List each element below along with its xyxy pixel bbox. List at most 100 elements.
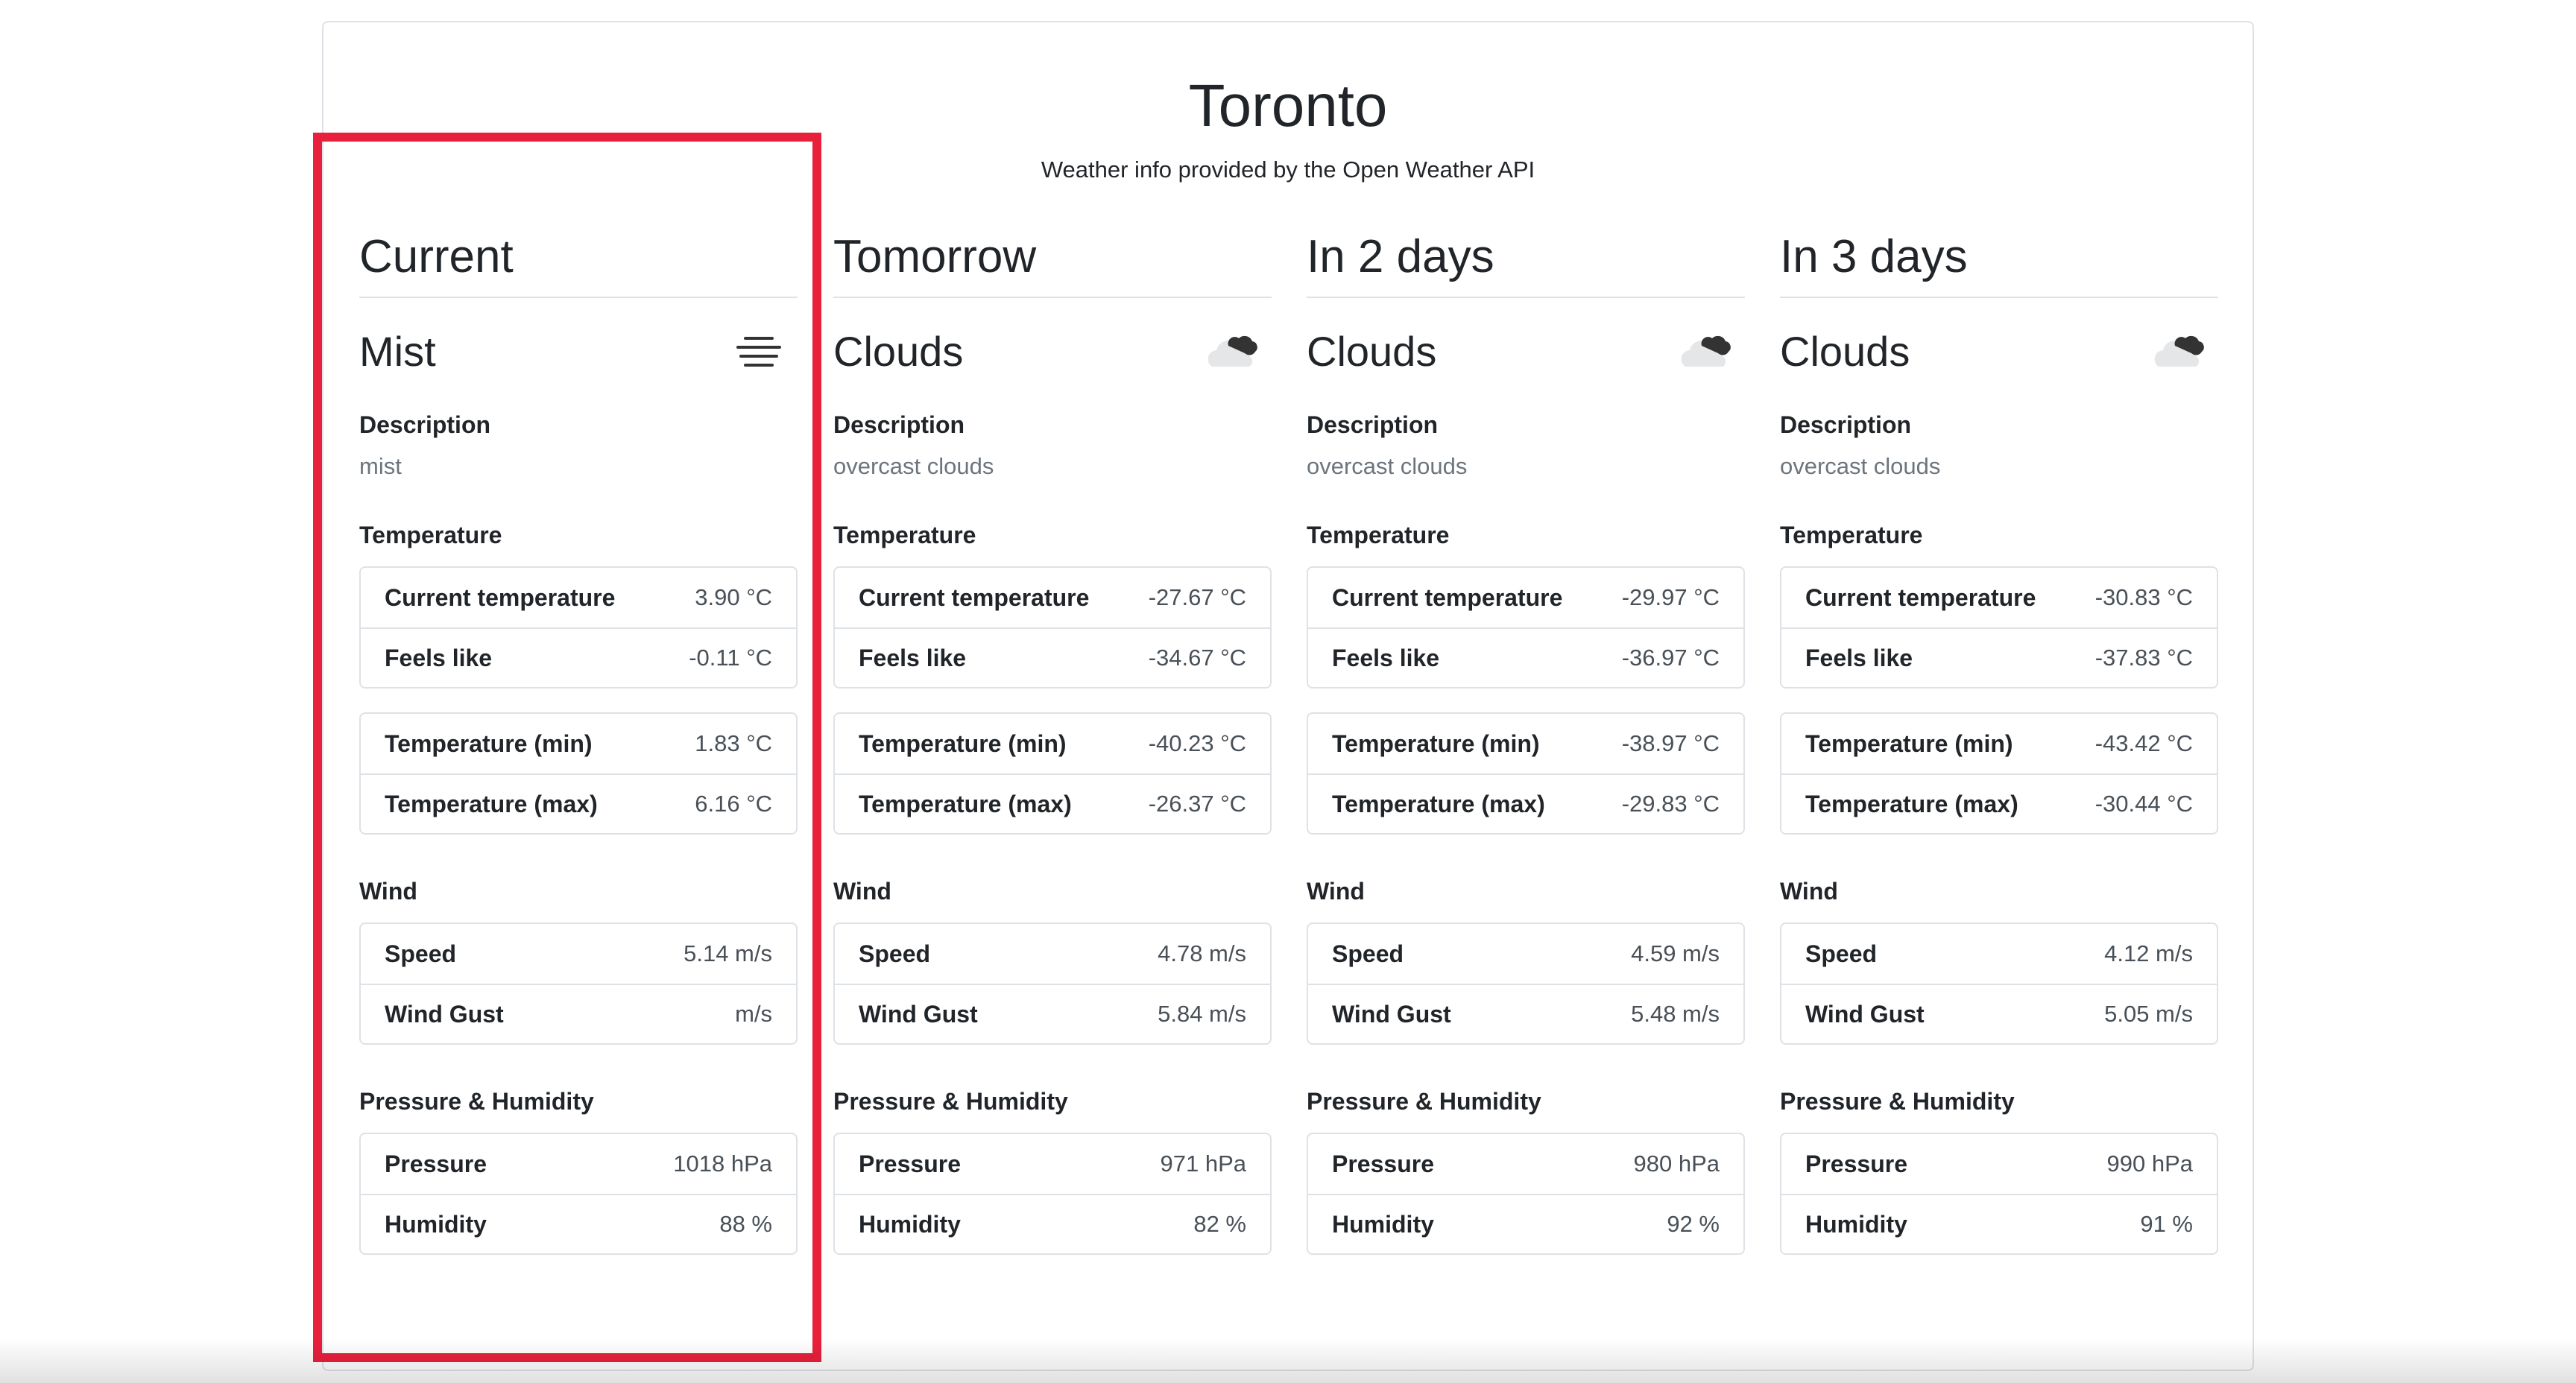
feels-like-value: -0.11 °C bbox=[689, 645, 772, 671]
humidity-row: Humidity 88 % bbox=[361, 1194, 796, 1253]
min-max-box: Temperature (min) -40.23 °C Temperature (m… bbox=[833, 712, 1272, 835]
temperature-heading: Temperature bbox=[833, 522, 976, 548]
temp-max-value: -26.37 °C bbox=[1148, 791, 1246, 817]
forecast-column: In 3 days Clouds Description overcast cloud… bbox=[1780, 216, 2218, 1255]
feels-like-label: Feels like bbox=[385, 644, 493, 671]
temperature-heading: Temperature bbox=[1307, 522, 1450, 548]
min-max-box: Temperature (min) -43.42 °C Temperature (m… bbox=[1780, 712, 2218, 835]
humidity-row: Humidity 82 % bbox=[835, 1194, 1270, 1253]
pressure-humidity-box: Pressure 971 hPa Humidity 82 % bbox=[833, 1133, 1272, 1255]
temp-min-label: Temperature (min) bbox=[1332, 730, 1540, 757]
pressure-value: 1018 hPa bbox=[673, 1151, 772, 1177]
current-temp-label: Current temperature bbox=[1805, 583, 2036, 611]
feels-like-value: -37.83 °C bbox=[2094, 645, 2193, 671]
feels-like-value: -36.97 °C bbox=[1621, 645, 1720, 671]
clouds-icon bbox=[1205, 328, 1263, 376]
temp-max-row: Temperature (max) -26.37 °C bbox=[835, 773, 1270, 833]
wind-heading: Wind bbox=[1307, 878, 1365, 905]
humidity-value: 92 % bbox=[1667, 1211, 1720, 1237]
wind-speed-row: Speed 4.59 m/s bbox=[1308, 924, 1743, 984]
temp-min-label: Temperature (min) bbox=[385, 730, 593, 757]
bottom-shadow bbox=[0, 1338, 2576, 1383]
wind-gust-value: 5.48 m/s bbox=[1631, 1001, 1720, 1027]
current-temp-row: Current temperature -29.97 °C bbox=[1308, 568, 1743, 627]
feels-like-row: Feels like -34.67 °C bbox=[835, 627, 1270, 687]
feels-like-row: Feels like -37.83 °C bbox=[1781, 627, 2217, 687]
pressure-label: Pressure bbox=[1332, 1150, 1434, 1177]
description-value: overcast clouds bbox=[1780, 453, 1941, 479]
wind-gust-label: Wind Gust bbox=[1332, 1000, 1451, 1028]
current-temp-value: 3.90 °C bbox=[695, 584, 772, 610]
wind-gust-label: Wind Gust bbox=[859, 1000, 978, 1028]
wind-speed-row: Speed 4.78 m/s bbox=[835, 924, 1270, 984]
condition-label: Clouds bbox=[833, 328, 964, 375]
column-title: Current bbox=[359, 216, 798, 298]
temp-min-label: Temperature (min) bbox=[859, 730, 1067, 757]
wind-gust-value: m/s bbox=[735, 1001, 772, 1027]
wind-gust-value: 5.05 m/s bbox=[2104, 1001, 2193, 1027]
wind-gust-label: Wind Gust bbox=[1805, 1000, 1925, 1028]
humidity-value: 88 % bbox=[719, 1211, 772, 1237]
pressure-row: Pressure 1018 hPa bbox=[361, 1134, 796, 1194]
temperature-heading: Temperature bbox=[359, 522, 502, 548]
humidity-row: Humidity 92 % bbox=[1308, 1194, 1743, 1253]
min-max-box: Temperature (min) 1.83 °C Temperature (max… bbox=[359, 712, 798, 835]
condition-row: Clouds bbox=[1307, 298, 1745, 402]
current-temp-box: Current temperature -27.67 °C Feels like -3… bbox=[833, 566, 1272, 689]
pressure-humidity-box: Pressure 980 hPa Humidity 92 % bbox=[1307, 1133, 1745, 1255]
temp-min-value: -40.23 °C bbox=[1148, 730, 1246, 756]
wind-heading: Wind bbox=[833, 878, 891, 905]
wind-gust-label: Wind Gust bbox=[385, 1000, 504, 1028]
current-temp-row: Current temperature 3.90 °C bbox=[361, 568, 796, 627]
column-title: In 2 days bbox=[1307, 216, 1745, 298]
description-value: overcast clouds bbox=[1307, 453, 1468, 479]
temp-max-label: Temperature (max) bbox=[385, 790, 598, 817]
current-temp-row: Current temperature -27.67 °C bbox=[835, 568, 1270, 627]
wind-speed-value: 4.78 m/s bbox=[1158, 940, 1246, 966]
current-temp-box: Current temperature -30.83 °C Feels like -3… bbox=[1780, 566, 2218, 689]
current-temp-label: Current temperature bbox=[385, 583, 616, 611]
current-temp-value: -29.97 °C bbox=[1621, 584, 1720, 610]
condition-row: Clouds bbox=[1780, 298, 2218, 402]
temp-min-row: Temperature (min) -43.42 °C bbox=[1781, 714, 2217, 773]
temp-min-row: Temperature (min) 1.83 °C bbox=[361, 714, 796, 773]
pressure-value: 990 hPa bbox=[2106, 1151, 2194, 1177]
pressure-humidity-heading: Pressure & Humidity bbox=[1780, 1088, 2015, 1115]
column-title: Tomorrow bbox=[833, 216, 1272, 298]
condition-label: Mist bbox=[359, 328, 436, 375]
wind-gust-row: Wind Gust 5.48 m/s bbox=[1308, 984, 1743, 1043]
pressure-label: Pressure bbox=[859, 1150, 961, 1177]
description-heading: Description bbox=[359, 411, 491, 438]
column-title: In 3 days bbox=[1780, 216, 2218, 298]
pressure-humidity-box: Pressure 1018 hPa Humidity 88 % bbox=[359, 1133, 798, 1255]
current-temp-value: -27.67 °C bbox=[1148, 584, 1246, 610]
wind-gust-row: Wind Gust 5.84 m/s bbox=[835, 984, 1270, 1043]
pressure-value: 980 hPa bbox=[1633, 1151, 1720, 1177]
forecast-column: In 2 days Clouds Description overcast cloud… bbox=[1307, 216, 1745, 1255]
pressure-value: 971 hPa bbox=[1160, 1151, 1247, 1177]
humidity-label: Humidity bbox=[859, 1210, 961, 1238]
temp-max-value: 6.16 °C bbox=[695, 791, 772, 817]
description-heading: Description bbox=[1307, 411, 1439, 438]
feels-like-label: Feels like bbox=[1332, 644, 1440, 671]
wind-box: Speed 4.12 m/s Wind Gust 5.05 m/s bbox=[1780, 922, 2218, 1045]
current-temp-box: Current temperature 3.90 °C Feels like -0.1… bbox=[359, 566, 798, 689]
wind-box: Speed 4.59 m/s Wind Gust 5.48 m/s bbox=[1307, 922, 1745, 1045]
current-temp-box: Current temperature -29.97 °C Feels like -3… bbox=[1307, 566, 1745, 689]
current-temp-row: Current temperature -30.83 °C bbox=[1781, 568, 2217, 627]
humidity-value: 82 % bbox=[1193, 1211, 1246, 1237]
forecast-column: Current Mist Description mist Temperature Cur… bbox=[359, 216, 798, 1255]
humidity-row: Humidity 91 % bbox=[1781, 1194, 2217, 1253]
humidity-label: Humidity bbox=[385, 1210, 487, 1238]
temp-min-value: -38.97 °C bbox=[1621, 730, 1720, 756]
pressure-humidity-heading: Pressure & Humidity bbox=[833, 1088, 1068, 1115]
temperature-heading: Temperature bbox=[1780, 522, 1923, 548]
humidity-label: Humidity bbox=[1805, 1210, 1907, 1238]
wind-gust-value: 5.84 m/s bbox=[1158, 1001, 1246, 1027]
temp-min-label: Temperature (min) bbox=[1805, 730, 2013, 757]
wind-speed-label: Speed bbox=[1805, 940, 1878, 967]
wind-gust-row: Wind Gust m/s bbox=[361, 984, 796, 1043]
temp-max-row: Temperature (max) 6.16 °C bbox=[361, 773, 796, 833]
humidity-value: 91 % bbox=[2140, 1211, 2193, 1237]
temp-max-value: -29.83 °C bbox=[1621, 791, 1720, 817]
